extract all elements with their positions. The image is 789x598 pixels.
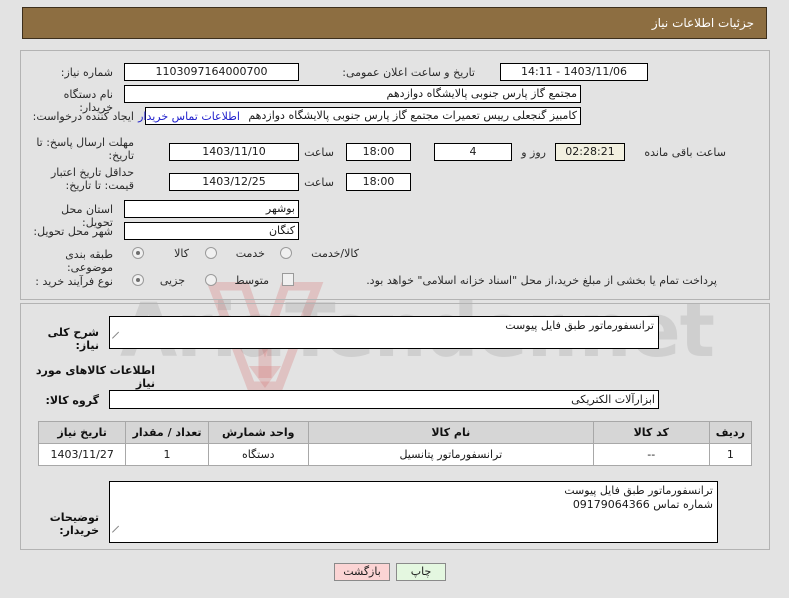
buyer-notes-label: توضیحات خریدار: — [49, 511, 99, 537]
city-label: شهر محل تحویل: — [33, 225, 113, 238]
radio-category-kala-label: کالا — [174, 247, 189, 260]
price-validity-time-field[interactable]: 18:00 — [346, 173, 411, 191]
treasury-docs-checkbox[interactable] — [282, 273, 294, 286]
category-label: طبقه بندی موضوعی: — [65, 248, 113, 274]
remaining-days-field: 4 — [434, 143, 512, 161]
table-header-row: ردیف کد کالا نام کالا واحد شمارش تعداد /… — [37, 421, 753, 444]
city-field[interactable]: کنگان — [124, 222, 299, 240]
buyer-notes-line-2: شماره تماس 09179064366 — [572, 498, 713, 511]
process-type-label: نوع فرآیند خرید : — [35, 275, 113, 288]
buyer-contact-link[interactable]: اطلاعات تماس خریدار — [138, 110, 240, 123]
radio-process-motavaset[interactable] — [205, 274, 217, 286]
buyer-org-field[interactable]: مجتمع گاز پارس جنوبی پالایشگاه دوازدهم — [124, 85, 581, 103]
back-button[interactable]: بازگشت — [334, 563, 390, 581]
col-header-name: نام کالا — [307, 421, 594, 444]
goods-table: ردیف کد کالا نام کالا واحد شمارش تعداد /… — [37, 421, 753, 466]
resize-grip-icon[interactable] — [112, 338, 121, 347]
col-header-unit: واحد شمارش — [207, 421, 309, 444]
goods-section-heading: اطلاعات کالاهای مورد نیاز — [35, 364, 155, 390]
goods-group-label: گروه کالا: — [45, 394, 99, 407]
cell-name: ترانسفورماتور پتانسیل — [307, 443, 594, 466]
general-description-textarea[interactable]: ترانسفورماتور طبق فایل پیوست — [109, 316, 659, 349]
cell-row: 1 — [708, 443, 753, 466]
print-button[interactable]: چاپ — [396, 563, 446, 581]
remaining-countdown-field: 02:28:21 — [555, 143, 625, 161]
buyer-notes-textarea[interactable]: ترانسفورماتور طبق فایل پیوست شماره تماس … — [109, 481, 718, 543]
buyer-notes-line-1: ترانسفورماتور طبق فایل پیوست — [564, 484, 713, 497]
deadline-hour-label: ساعت — [304, 146, 334, 159]
need-number-label: شماره نیاز: — [60, 66, 113, 79]
radio-category-kala-khedmat[interactable] — [280, 247, 292, 259]
remaining-suffix-label: ساعت باقی مانده — [644, 146, 726, 159]
col-header-need-date: تاریخ نیاز — [37, 421, 127, 444]
announce-datetime-label: تاریخ و ساعت اعلان عمومی: — [342, 66, 475, 79]
cell-unit: دستگاه — [207, 443, 309, 466]
response-deadline-time-field[interactable]: 18:00 — [346, 143, 411, 161]
price-validity-label: حداقل تاریخ اعتبار قیمت: تا تاریخ: — [50, 166, 134, 192]
response-deadline-date-field[interactable]: 1403/11/10 — [169, 143, 299, 161]
radio-category-khedmat-label: خدمت — [235, 247, 265, 260]
response-deadline-label: مهلت ارسال پاسخ: تا تاریخ: — [36, 136, 134, 162]
radio-process-motavaset-label: متوسط — [234, 274, 269, 287]
footer-panel — [20, 549, 770, 591]
cell-qty: 1 — [125, 443, 209, 466]
page-header: جزئیات اطلاعات نیاز — [22, 7, 767, 39]
price-validity-date-field[interactable]: 1403/12/25 — [169, 173, 299, 191]
col-header-code: کد کالا — [592, 421, 710, 444]
cell-code: -- — [592, 443, 710, 466]
need-number-field[interactable]: 1103097164000700 — [124, 63, 299, 81]
announce-datetime-field[interactable]: 1403/11/06 - 14:11 — [500, 63, 648, 81]
table-row: 1 -- ترانسفورماتور پتانسیل دستگاه 1 1403… — [37, 443, 753, 466]
requester-label: ایجاد کننده درخواست: — [32, 110, 134, 123]
radio-category-khedmat[interactable] — [205, 247, 217, 259]
radio-category-kala-khedmat-label: کالا/خدمت — [311, 247, 359, 260]
treasury-docs-label: پرداخت تمام یا بخشی از مبلغ خرید،از محل … — [366, 274, 717, 287]
goods-group-field[interactable]: ابزارآلات الکتریکی — [109, 390, 659, 409]
col-header-row: ردیف — [708, 421, 753, 444]
resize-grip-icon[interactable] — [112, 532, 121, 541]
radio-category-kala[interactable] — [132, 247, 144, 259]
radio-process-jozi[interactable] — [132, 274, 144, 286]
province-field[interactable]: بوشهر — [124, 200, 299, 218]
radio-process-jozi-label: جزیی — [159, 274, 185, 287]
price-validity-hour-label: ساعت — [304, 176, 334, 189]
general-description-label: شرح کلی نیاز: — [47, 326, 99, 352]
page-title: جزئیات اطلاعات نیاز — [651, 16, 754, 30]
cell-need-date: 1403/11/27 — [37, 443, 127, 466]
remaining-days-label: روز و — [521, 146, 546, 159]
col-header-qty: تعداد / مقدار — [125, 421, 209, 444]
general-description-text: ترانسفورماتور طبق فایل پیوست — [505, 319, 654, 332]
